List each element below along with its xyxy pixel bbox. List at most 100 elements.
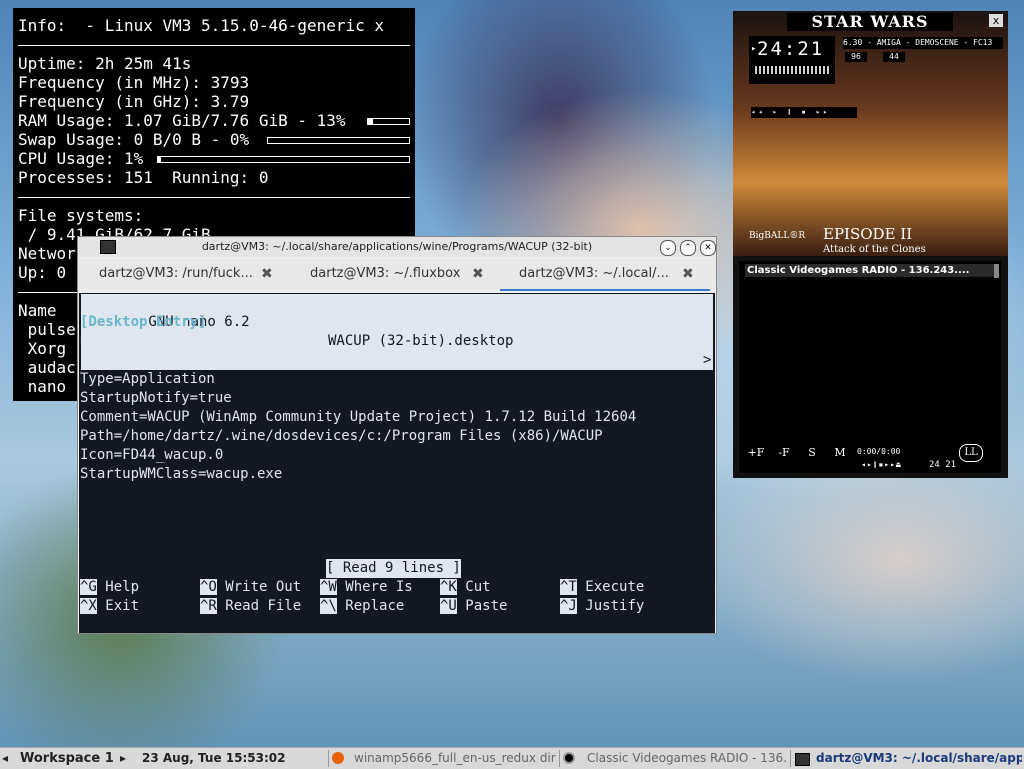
info-line: Info: - Linux VM3 5.15.0-46-generic x [18, 16, 385, 35]
song-ticker: 6.30 - AMIGA - DEMOSCENE - FC13 [843, 37, 1003, 49]
terminal-screen[interactable]: GNU nano 6.2 WACUP (32-bit).desktop [Des… [79, 293, 715, 633]
playlist: Classic Videogames RADIO - 136.243.... [739, 261, 1001, 445]
winamp-icon [563, 750, 579, 767]
nano-filename: WACUP (32-bit).desktop [328, 333, 514, 349]
firefox-icon [332, 750, 348, 767]
file-line: StartupNotify=true [80, 390, 232, 406]
status-message: [ Read 9 lines ] [326, 559, 461, 578]
file-line: [Desktop Entry] [80, 314, 207, 330]
workspace-name[interactable]: Workspace 1 [20, 750, 114, 767]
title-bar[interactable]: dartz@VM3: ~/.local/share/applications/w… [78, 237, 716, 257]
file-line: StartupWMClass=wacup.exe [80, 466, 283, 482]
file-line: Exec=env WINEPREFIX="/home/dartz/.wine" … [80, 352, 702, 368]
taskbar: ◂ Workspace 1 ▸ 23 Aug, Tue 15:53:02 win… [0, 747, 1024, 769]
tab-label: dartz@VM3: ~/.local/... [519, 266, 669, 281]
terminal-icon [795, 750, 811, 767]
winamp-window: STAR WARS x ▸ 24:21 6.30 - AMIGA - DEMOS… [733, 11, 1008, 478]
divider [790, 750, 791, 767]
tab-bar: dartz@VM3: /run/fuck... ✖ dartz@VM3: ~/.… [78, 259, 716, 291]
proc-item: nano [18, 377, 67, 396]
list-options-button[interactable]: LL [959, 444, 983, 462]
playlist-item[interactable]: Classic Videogames RADIO - 136.243.... [745, 264, 997, 277]
tab[interactable]: dartz@VM3: /run/fuck... ✖ [78, 259, 285, 289]
elapsed-time: 24:21 [757, 38, 825, 60]
proc-item: Xorg [18, 339, 67, 358]
taskbar-item[interactable]: Classic Videogames RADIO - 136.243. [587, 750, 787, 767]
taskbar-item[interactable]: winamp5666_full_en-us_redux directo [354, 750, 556, 767]
mini-time: 24 21 [929, 460, 957, 470]
add-file-button[interactable]: +F [743, 445, 769, 461]
spectrum-visualizer [755, 66, 829, 74]
shortcut-replace: ^\ Replace [320, 597, 404, 616]
ram-bar [367, 118, 410, 125]
shortcut-label: Where Is [345, 579, 413, 595]
close-button[interactable]: x [989, 14, 1003, 27]
clock: 23 Aug, Tue 15:53:02 [142, 751, 286, 765]
processes: Processes: 151 Running: 0 [18, 168, 269, 187]
play-indicator-icon: ▸ [751, 44, 757, 54]
minimize-button[interactable]: ⌄ [660, 240, 676, 256]
shortcut-key: ^G [80, 579, 97, 595]
tab[interactable]: dartz@VM3: ~/.fluxbox ✖ [288, 259, 495, 289]
divider [18, 292, 80, 293]
episode-subtitle: Attack of the Clones [823, 244, 926, 255]
khz-display: 44 [883, 52, 905, 62]
divider [18, 197, 410, 198]
shortcut-label: Paste [465, 598, 508, 614]
shortcut-key: ^R [200, 598, 217, 614]
playlist-scrollbar[interactable] [994, 264, 999, 278]
shortcut-execute: ^T Execute [560, 578, 644, 597]
ram-usage: RAM Usage: 1.07 GiB/7.76 GiB - 13% [18, 111, 346, 130]
skin-author: BigBALL®R [749, 231, 806, 241]
tab-label: dartz@VM3: /run/fuck... [99, 266, 253, 281]
mini-transport-controls[interactable]: ◂▸❙▪▸▸⏏ [861, 460, 902, 469]
shortcut-key: ^J [560, 598, 577, 614]
shortcut-label: Execute [585, 579, 645, 595]
shortcut-key: ^X [80, 598, 97, 614]
file-line: Icon=FD44_wacup.0 [80, 447, 224, 463]
shortcut-paste: ^U Paste [440, 597, 507, 616]
close-button[interactable]: ✕ [700, 240, 716, 256]
terminal-window: dartz@VM3: ~/.local/share/applications/w… [77, 236, 717, 634]
playlist-duration: 0:00/0:00 [857, 447, 901, 456]
shortcut-label: Help [105, 579, 140, 595]
taskbar-item-active[interactable]: dartz@VM3: ~/.local/share/applica [816, 750, 1022, 767]
close-tab-icon[interactable]: ✖ [682, 259, 694, 289]
shortcut-label: Exit [105, 598, 140, 614]
tab-label: dartz@VM3: ~/.fluxbox [310, 266, 461, 281]
playlist-toolbar: +F -F S M 0:00/0:00 ◂▸❙▪▸▸⏏ 24 21 LL [739, 443, 1001, 473]
maximize-button[interactable]: ⌃ [680, 240, 696, 256]
prev-workspace-icon[interactable]: ◂ [2, 750, 14, 767]
shortcut-where-is: ^W Where Is [320, 578, 413, 597]
swap-usage: Swap Usage: 0 B/0 B - 0% [18, 130, 250, 149]
proc-name-header: Name [18, 301, 57, 320]
tab-active[interactable]: dartz@VM3: ~/.local/... ✖ [500, 259, 710, 291]
remove-file-button[interactable]: -F [771, 445, 797, 461]
close-tab-icon[interactable]: ✖ [472, 259, 484, 289]
shortcut-key: ^U [440, 598, 457, 614]
misc-button[interactable]: M [827, 445, 853, 461]
time-display[interactable]: ▸ 24:21 [749, 36, 835, 84]
file-line: Comment=WACUP (WinAmp Community Update P… [80, 409, 637, 425]
shortcut-label: Read File [225, 598, 302, 614]
divider [18, 45, 410, 46]
network-label: Networ [18, 244, 76, 263]
kbps-display: 96 [845, 52, 867, 62]
close-tab-icon[interactable]: ✖ [261, 259, 273, 289]
shortcut-cut: ^K Cut [440, 578, 491, 597]
proc-item: pulse [18, 320, 76, 339]
fs-title: File systems: [18, 206, 144, 225]
shortcut-label: Cut [465, 579, 491, 595]
shortcut-write-out: ^O Write Out [200, 578, 301, 597]
swap-bar [267, 137, 410, 144]
divider [328, 750, 329, 767]
file-line: Type=Application [80, 371, 215, 387]
next-workspace-icon[interactable]: ▸ [120, 750, 132, 767]
select-button[interactable]: S [799, 445, 825, 461]
line-overflow-marker: > [703, 351, 712, 370]
transport-controls[interactable]: ◂◂ ▸ ❙ ▪ ▸▸ [751, 107, 857, 118]
freq-ghz: Frequency (in GHz): 3.79 [18, 92, 250, 111]
file-line: Path=/home/dartz/.wine/dosdevices/c:/Pro… [80, 428, 603, 444]
shortcut-label: Justify [585, 598, 645, 614]
uptime: Uptime: 2h 25m 41s [18, 54, 192, 73]
